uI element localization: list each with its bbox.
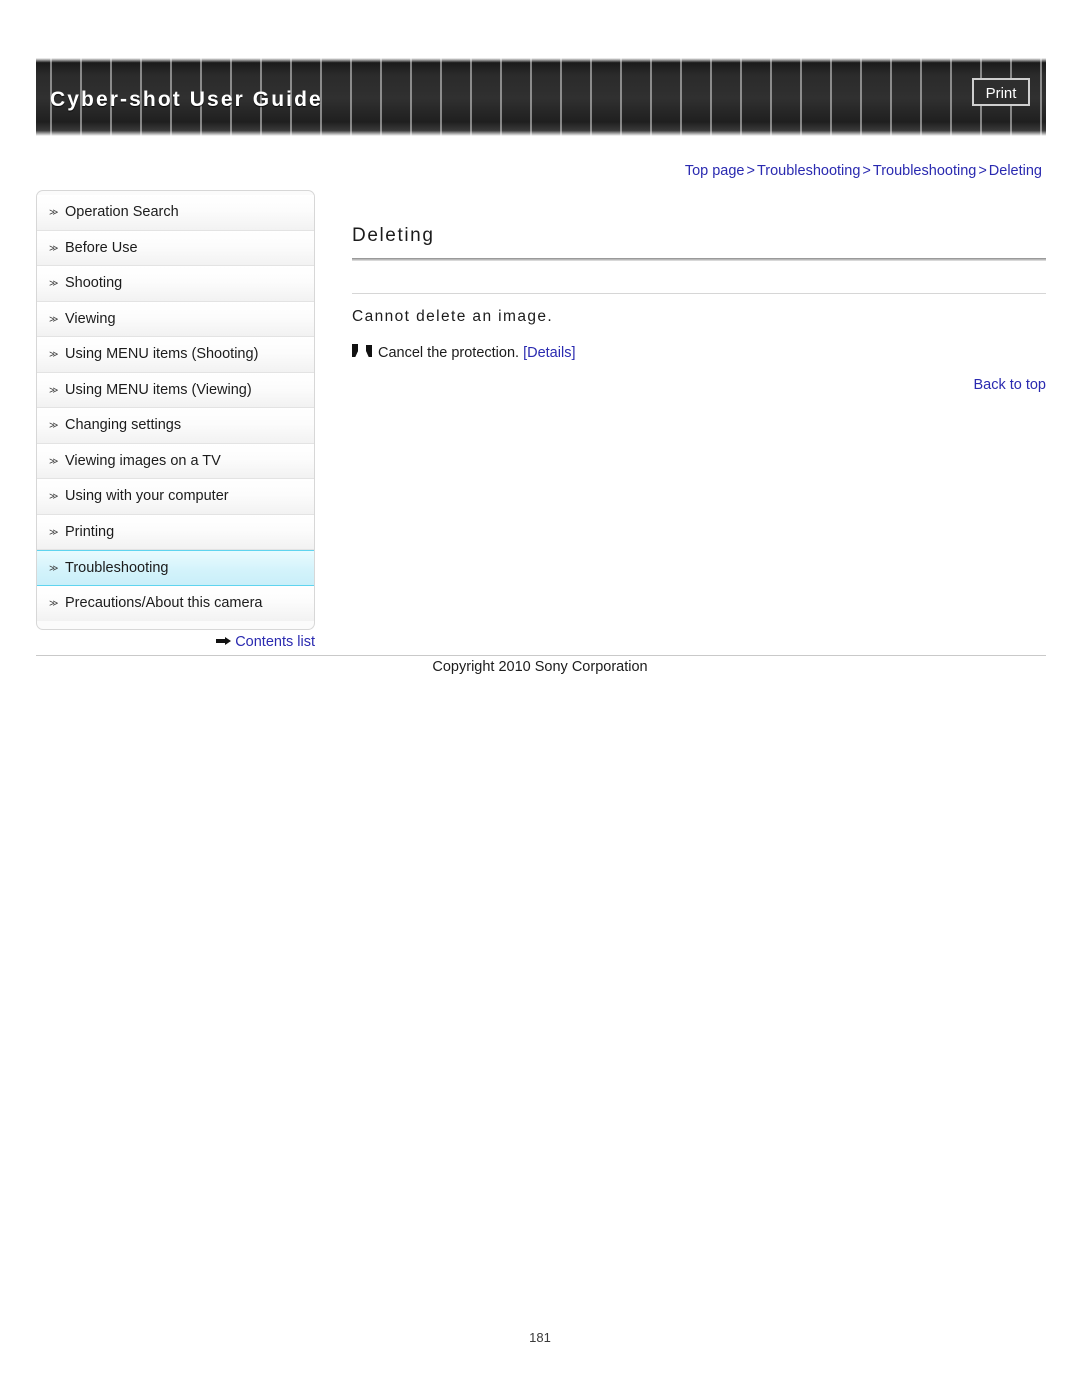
chevron-right-icon: ≫ [49,313,58,324]
chevron-right-icon: ≫ [49,563,58,573]
chevron-right-icon: ≫ [49,526,58,537]
breadcrumb-item-troubleshooting-1[interactable]: Troubleshooting [757,163,860,179]
breadcrumb-separator: > [746,163,755,179]
sidebar-item-label: Using MENU items (Viewing) [65,381,252,398]
sidebar-item-label: Precautions/About this camera [65,594,263,611]
sidebar-item-troubleshooting[interactable]: ≫ Troubleshooting [37,550,314,586]
sidebar-item-using-menu-items-shooting[interactable]: ≫ Using MENU items (Shooting) [37,337,314,373]
breadcrumb-item-deleting[interactable]: Deleting [989,163,1042,179]
chevron-right-icon: ≫ [49,278,58,288]
sidebar-item-label: Using MENU items (Shooting) [65,346,259,362]
section-title: Cannot delete an image. [352,308,554,325]
footer-divider [36,655,1046,656]
main-content: Deleting Cannot delete an image. Cancel … [352,225,1046,393]
sidebar-item-changing-settings[interactable]: ≫ Changing settings [37,408,314,444]
back-to-top-link[interactable]: Back to top [973,377,1046,393]
solution-item: Cancel the protection. [Details] [352,345,1046,361]
contents-list-row: Contents list [36,634,315,650]
sidebar-item-before-use[interactable]: ≫ Before Use [37,230,314,266]
sidebar-item-label: Changing settings [65,417,182,433]
sidebar-item-label: Shooting [65,275,123,291]
sidebar-item-viewing-images-on-a-tv[interactable]: ≫ Viewing images on a TV [37,443,314,479]
breadcrumb-separator: > [978,163,987,179]
sidebar-item-using-with-your-computer[interactable]: ≫ Using with your computer [37,479,314,515]
print-button[interactable]: Print [972,78,1030,106]
breadcrumb: Top page > Troubleshooting > Troubleshooting… [685,163,1042,179]
sidebar-item-label: Viewing [65,310,116,327]
sidebar-item-label: Using with your computer [65,488,229,504]
page-number: 181 [529,1330,551,1345]
sidebar-item-label: Viewing images on a TV [65,452,221,469]
app-title: Cyber-shot User Guide [50,88,323,111]
sidebar-item-viewing[interactable]: ≫ Viewing [37,301,314,337]
chevron-right-icon: ≫ [49,207,58,217]
arrow-right-icon [216,637,232,645]
contents-list-link[interactable]: Contents list [235,634,315,650]
copyright-text: Copyright 2010 Sony Corporation [432,659,648,675]
sidebar-item-label: Printing [65,523,115,540]
chevron-right-icon: ≫ [49,597,58,608]
chevron-right-icon: ≫ [49,384,58,395]
sidebar-nav: ≫ Operation Search ≫ Before Use ≫ Shooti… [36,190,315,630]
heading-divider [352,258,1046,261]
details-link[interactable]: [Details] [523,345,575,361]
chevron-right-icon: ≫ [49,242,58,253]
sidebar-item-printing[interactable]: ≫ Printing [37,514,314,550]
sidebar-item-label: Operation Search [65,204,179,220]
app-header-banner: Cyber-shot User Guide Print [36,58,1046,136]
breadcrumb-separator: > [862,163,871,179]
sidebar-item-label: Troubleshooting [65,560,169,576]
solution-item-text: Cancel the protection. [378,345,520,361]
sidebar-item-label: Before Use [65,239,138,256]
page-title: Deleting [352,225,435,246]
chevron-right-icon: ≫ [49,455,58,466]
breadcrumb-item-top-page[interactable]: Top page [685,163,745,179]
section-divider [352,293,1046,294]
breadcrumb-item-troubleshooting-2[interactable]: Troubleshooting [873,163,976,179]
sidebar-item-using-menu-items-viewing[interactable]: ≫ Using MENU items (Viewing) [37,372,314,408]
back-to-top-row: Back to top [352,377,1046,393]
sidebar-item-shooting[interactable]: ≫ Shooting [37,266,314,302]
chevron-right-icon: ≫ [49,349,58,359]
sidebar-item-operation-search[interactable]: ≫ Operation Search [37,195,314,231]
chevron-right-icon: ≫ [49,491,58,501]
sidebar-item-precautions-about-this-camera[interactable]: ≫ Precautions/About this camera [37,585,314,621]
chevron-right-icon: ≫ [49,420,58,430]
